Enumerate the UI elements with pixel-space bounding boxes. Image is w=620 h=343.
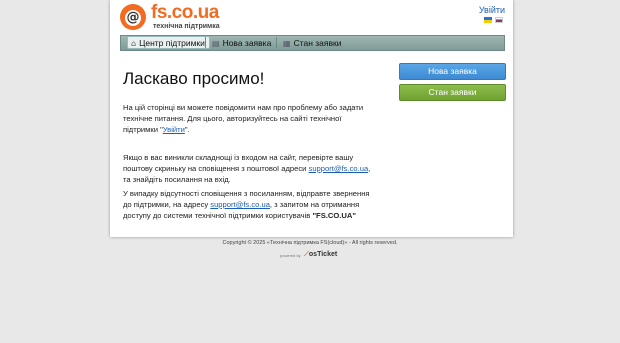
nav-divider [205,37,206,48]
login-link[interactable]: Увійти [479,5,505,15]
logo-mark-icon: @ [120,4,146,30]
osticket-logo: ⟋osTicket [304,251,338,258]
no-notification-paragraph: У випадку відсутності сповіщення з посил… [123,189,370,220]
support-email-link[interactable]: support@fs.co.ua [210,200,270,209]
nav-item-new-ticket[interactable]: ▤ Нова заявка [209,37,275,49]
language-switcher [484,17,504,23]
page-title: Ласкаво просимо! [123,69,265,88]
nav-item-ticket-status[interactable]: ▦ Стан заявки [280,37,346,49]
new-ticket-button[interactable]: Нова заявка [399,63,506,80]
powered-by[interactable]: powered by ⟋osTicket [280,251,350,261]
home-icon: ⌂ [131,39,137,48]
ukrainian-flag-icon[interactable] [484,17,492,23]
login-problem-paragraph: Якщо в вас виникли складнощі із входом н… [123,153,371,184]
login-inline-link[interactable]: Увійти [163,125,185,134]
support-email-link[interactable]: support@fs.co.ua [309,164,369,173]
brand-name: "FS.CO.UA" [312,211,356,220]
site-logo[interactable]: @ fs.co.ua технічна підтримка [120,2,240,33]
ticket-status-icon: ▦ [283,39,291,48]
ticket-status-button[interactable]: Стан заявки [399,84,506,101]
nav-item-support-center[interactable]: ⌂ Центр підтримки [127,36,210,49]
powered-by-label: powered by [280,253,301,258]
logo-subtitle: технічна підтримка [153,23,220,30]
nav-divider [276,37,277,48]
footer-copyright: Copyright © 2025 «Технічна підтримка FS(… [222,240,398,246]
intro-paragraph: На цій сторінці ви можете повідомити нам… [123,103,364,134]
new-ticket-icon: ▤ [212,39,220,48]
page-container: @ fs.co.ua технічна підтримка Увійти ⌂ Це… [110,0,513,237]
russian-flag-icon[interactable] [495,17,503,23]
main-nav: ⌂ Центр підтримки ▤ Нова заявка ▦ Стан заяв… [120,35,505,51]
logo-text: fs.co.ua [151,2,219,23]
